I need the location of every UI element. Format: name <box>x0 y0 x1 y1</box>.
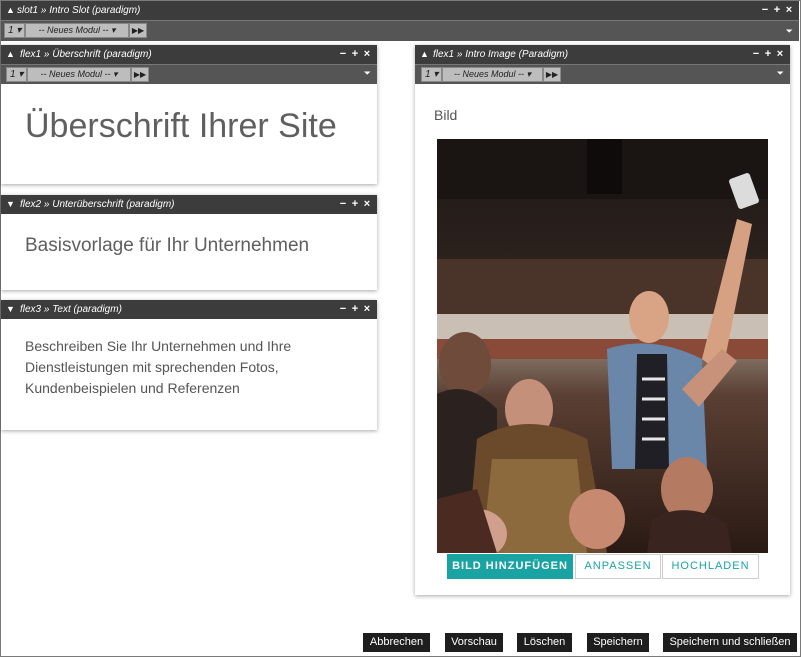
text-panel: ▼ flex3 » Text (paradigm) − + × Beschreibe… <box>1 300 377 430</box>
add-button[interactable]: + <box>762 45 774 64</box>
image-panel-toolbar: 1 ▾ -- Neues Modul -- ▾ ▶▶ ⏷ <box>415 64 790 84</box>
add-button[interactable]: + <box>349 300 361 319</box>
image-menu-icon[interactable]: ⏷ <box>777 68 784 79</box>
add-image-button[interactable]: BILD HINZUFÜGEN <box>447 554 573 579</box>
slot-module-select[interactable]: -- Neues Modul -- ▾ <box>25 23 129 38</box>
concert-photo[interactable] <box>437 139 768 553</box>
subheading-panel: ▼ flex2 » Unterüberschrift (paradigm) − +… <box>1 195 377 290</box>
save-and-close-button[interactable]: Speichern und schließen <box>663 633 797 652</box>
body-text[interactable]: Beschreiben Sie Ihr Unternehmen und Ihre… <box>25 336 325 399</box>
close-button[interactable]: × <box>361 195 373 214</box>
close-button[interactable]: × <box>774 45 786 64</box>
heading-text[interactable]: Überschrift Ihrer Site <box>25 107 337 146</box>
adjust-image-button[interactable]: ANPASSEN <box>575 554 661 579</box>
close-button[interactable]: × <box>361 300 373 319</box>
slot-toolbar: 1 ▾ -- Neues Modul -- ▾ ▶▶ ⏷ <box>1 20 799 41</box>
minimize-button[interactable]: − <box>759 1 771 20</box>
add-button[interactable]: + <box>349 45 361 64</box>
text-panel-title: flex3 » Text (paradigm) <box>20 304 122 315</box>
heading-panel-toolbar: 1 ▾ -- Neues Modul -- ▾ ▶▶ ⏷ <box>1 64 377 84</box>
slot-title: slot1 » Intro Slot (paradigm) <box>17 5 141 16</box>
expand-triangle-icon[interactable]: ▼ <box>6 300 15 319</box>
add-button[interactable]: + <box>349 195 361 214</box>
minimize-button[interactable]: − <box>750 45 762 64</box>
text-panel-header: ▼ flex3 » Text (paradigm) − + × <box>1 300 377 319</box>
save-button[interactable]: Speichern <box>587 633 649 652</box>
image-field-label: Bild <box>434 107 458 123</box>
close-button[interactable]: × <box>361 45 373 64</box>
slot-menu-icon[interactable]: ⏷ <box>786 26 793 37</box>
collapse-triangle-icon[interactable]: ▲ <box>420 45 429 64</box>
image-module-select[interactable]: -- Neues Modul -- ▾ <box>442 67 543 82</box>
expand-triangle-icon[interactable]: ▼ <box>6 195 15 214</box>
slot-insert-button[interactable]: ▶▶ <box>129 23 147 38</box>
collapse-triangle-icon[interactable]: ▲ <box>6 1 15 20</box>
close-button[interactable]: × <box>783 1 795 20</box>
heading-number-select[interactable]: 1 ▾ <box>6 67 27 82</box>
image-panel-title: flex1 » Intro Image (Paradigm) <box>433 49 569 60</box>
slot-number-select[interactable]: 1 ▾ <box>4 23 25 38</box>
heading-insert-button[interactable]: ▶▶ <box>131 67 149 82</box>
image-number-select[interactable]: 1 ▾ <box>421 67 442 82</box>
image-insert-button[interactable]: ▶▶ <box>543 67 561 82</box>
minimize-button[interactable]: − <box>337 300 349 319</box>
heading-panel: ▲ flex1 » Überschrift (paradigm) − + × 1 ▾… <box>1 45 377 184</box>
heading-menu-icon[interactable]: ⏷ <box>364 68 371 79</box>
cancel-button[interactable]: Abbrechen <box>363 633 430 652</box>
preview-button[interactable]: Vorschau <box>445 633 503 652</box>
add-button[interactable]: + <box>771 1 783 20</box>
image-panel: ▲ flex1 » Intro Image (Paradigm) − + × 1 ▾… <box>415 45 790 595</box>
concert-photo-image <box>437 139 768 553</box>
image-panel-header: ▲ flex1 » Intro Image (Paradigm) − + × <box>415 45 790 64</box>
subheading-panel-title: flex2 » Unterüberschrift (paradigm) <box>20 199 175 210</box>
heading-panel-header: ▲ flex1 » Überschrift (paradigm) − + × <box>1 45 377 64</box>
minimize-button[interactable]: − <box>337 195 349 214</box>
minimize-button[interactable]: − <box>337 45 349 64</box>
collapse-triangle-icon[interactable]: ▲ <box>6 45 15 64</box>
heading-module-select[interactable]: -- Neues Modul -- ▾ <box>27 67 131 82</box>
subheading-panel-header: ▼ flex2 » Unterüberschrift (paradigm) − +… <box>1 195 377 214</box>
slot-header-bar: ▲ slot1 » Intro Slot (paradigm) − + × <box>1 1 799 20</box>
subheading-text[interactable]: Basisvorlage für Ihr Unternehmen <box>25 235 309 257</box>
heading-panel-title: flex1 » Überschrift (paradigm) <box>20 49 152 60</box>
upload-image-button[interactable]: HOCHLADEN <box>662 554 759 579</box>
delete-button[interactable]: Löschen <box>517 633 572 652</box>
